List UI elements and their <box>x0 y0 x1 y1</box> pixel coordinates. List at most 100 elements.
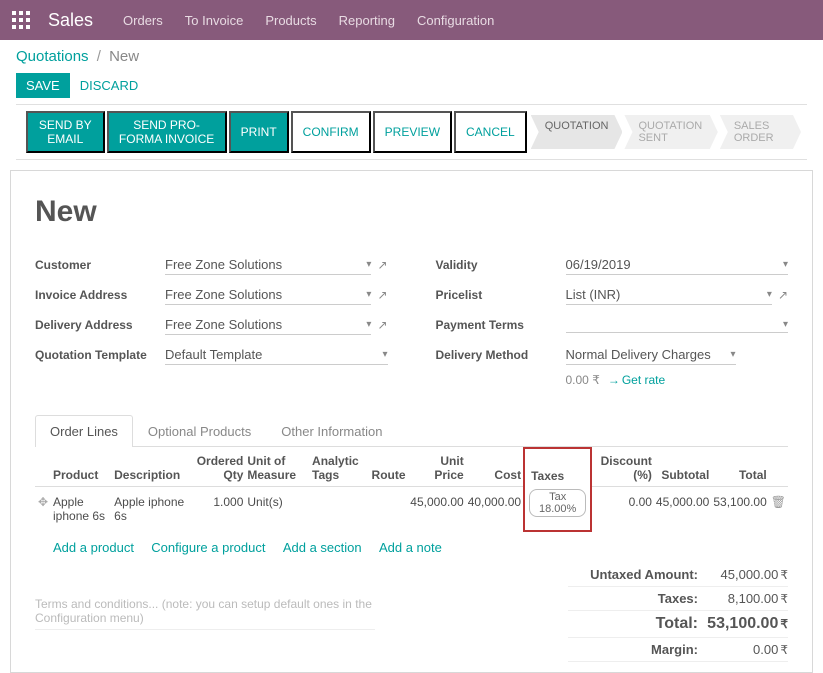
delivery-address-label: Delivery Address <box>35 318 165 332</box>
configure-product-link[interactable]: Configure a product <box>151 540 265 555</box>
breadcrumb-sep: / <box>97 48 101 65</box>
app-title[interactable]: Sales <box>48 10 93 31</box>
terms-conditions-field[interactable]: Terms and conditions... (note: you can s… <box>35 597 375 630</box>
step-quotation-sent[interactable]: QUOTATION SENT <box>624 115 717 149</box>
pricelist-field[interactable]: List (INR) ▾ <box>566 285 772 305</box>
step-sales-order[interactable]: SALES ORDER <box>720 115 801 149</box>
chevron-down-icon[interactable]: ▾ <box>783 259 788 270</box>
chevron-down-icon[interactable]: ▾ <box>730 349 735 360</box>
navbar: Sales Orders To Invoice Products Reporti… <box>0 0 823 40</box>
validity-label: Validity <box>436 258 566 272</box>
col-taxes: Taxes <box>524 448 591 487</box>
menu-configuration[interactable]: Configuration <box>417 13 494 28</box>
tab-order-lines[interactable]: Order Lines <box>35 415 133 447</box>
delivery-method-label: Delivery Method <box>436 348 566 362</box>
menu-orders[interactable]: Orders <box>123 13 163 28</box>
cell-qty[interactable]: 1.000 <box>188 487 245 532</box>
cell-cost[interactable]: 40,000.00 <box>466 487 524 532</box>
cell-uom[interactable]: Unit(s) <box>245 487 310 532</box>
col-discount: Discount (%) <box>591 448 654 487</box>
col-total: Total <box>711 448 768 487</box>
trash-icon[interactable]: 🗑 <box>769 487 788 532</box>
margin-label: Margin: <box>568 642 698 657</box>
status-bar: SEND BY EMAIL SEND PRO-FORMA INVOICE PRI… <box>16 104 807 160</box>
quotation-template-label: Quotation Template <box>35 348 165 362</box>
cell-total: 53,100.00 <box>711 487 768 532</box>
quotation-template-field[interactable]: Default Template ▾ <box>165 345 388 365</box>
send-email-button[interactable]: SEND BY EMAIL <box>26 111 105 153</box>
breadcrumb-parent[interactable]: Quotations <box>16 48 89 65</box>
preview-button[interactable]: PREVIEW <box>373 111 452 153</box>
drag-handle-icon[interactable]: ✥ <box>35 487 51 532</box>
breadcrumb: Quotations / New <box>16 48 807 65</box>
chevron-down-icon[interactable]: ▾ <box>783 319 788 330</box>
cell-analytic[interactable] <box>310 487 370 532</box>
tab-optional-products[interactable]: Optional Products <box>133 415 266 447</box>
tab-other-information[interactable]: Other Information <box>266 415 397 447</box>
col-route: Route <box>370 448 408 487</box>
chevron-down-icon[interactable]: ▾ <box>366 259 371 270</box>
col-unit-price: Unit Price <box>408 448 466 487</box>
apps-icon[interactable] <box>12 11 30 29</box>
untaxed-value: 45,000.00 <box>721 567 779 582</box>
chevron-down-icon[interactable]: ▾ <box>382 349 387 360</box>
discard-button[interactable]: DISCARD <box>70 73 149 98</box>
col-cost: Cost <box>466 448 524 487</box>
form-sheet: New Customer Free Zone Solutions ▾ ↗ Inv… <box>10 170 813 673</box>
cell-route[interactable] <box>370 487 408 532</box>
page-header: Quotations / New SAVE DISCARD SEND BY EM… <box>0 40 823 164</box>
total-label: Total: <box>568 615 698 633</box>
sheet-title: New <box>35 195 788 229</box>
validity-field[interactable]: 06/19/2019 ▾ <box>566 255 789 275</box>
get-rate-link[interactable]: →Get rate <box>608 373 665 387</box>
taxes-label: Taxes: <box>568 591 698 606</box>
menu-products[interactable]: Products <box>265 13 316 28</box>
cell-product[interactable]: Apple iphone 6s <box>51 487 112 532</box>
chevron-down-icon[interactable]: ▾ <box>767 289 772 300</box>
delivery-method-field[interactable]: Normal Delivery Charges ▾ <box>566 345 736 365</box>
invoice-address-field[interactable]: Free Zone Solutions ▾ <box>165 285 371 305</box>
menu-reporting[interactable]: Reporting <box>339 13 395 28</box>
menu-to-invoice[interactable]: To Invoice <box>185 13 244 28</box>
add-product-link[interactable]: Add a product <box>53 540 134 555</box>
col-description: Description <box>112 448 188 487</box>
delivery-address-field[interactable]: Free Zone Solutions ▾ <box>165 315 371 335</box>
cell-description[interactable]: Apple iphone 6s <box>112 487 188 532</box>
confirm-button[interactable]: CONFIRM <box>291 111 371 153</box>
external-link-icon[interactable]: ↗ <box>778 288 788 302</box>
cancel-button[interactable]: CANCEL <box>454 111 527 153</box>
external-link-icon[interactable]: ↗ <box>377 258 387 272</box>
external-link-icon[interactable]: ↗ <box>377 288 387 302</box>
delivery-rate-value: 0.00 ₹ <box>566 373 600 387</box>
cell-subtotal: 45,000.00 <box>654 487 711 532</box>
col-analytic: Analytic Tags <box>310 448 370 487</box>
breadcrumb-current: New <box>109 48 139 65</box>
tax-chip[interactable]: Tax 18.00% <box>529 489 586 517</box>
arrow-right-icon: → <box>608 373 620 387</box>
col-subtotal: Subtotal <box>654 448 711 487</box>
external-link-icon[interactable]: ↗ <box>377 318 387 332</box>
chevron-down-icon[interactable]: ▾ <box>366 319 371 330</box>
send-proforma-button[interactable]: SEND PRO-FORMA INVOICE <box>107 111 227 153</box>
payment-terms-label: Payment Terms <box>436 318 566 332</box>
payment-terms-field[interactable]: ▾ <box>566 317 789 333</box>
customer-field[interactable]: Free Zone Solutions ▾ <box>165 255 371 275</box>
cell-unit-price[interactable]: 45,000.00 <box>408 487 466 532</box>
add-section-link[interactable]: Add a section <box>283 540 362 555</box>
cell-taxes[interactable]: Tax 18.00% <box>524 487 591 532</box>
step-quotation[interactable]: QUOTATION <box>531 115 623 149</box>
cell-discount[interactable]: 0.00 <box>591 487 654 532</box>
print-button[interactable]: PRINT <box>229 111 289 153</box>
untaxed-label: Untaxed Amount: <box>568 567 698 582</box>
pricelist-label: Pricelist <box>436 288 566 302</box>
save-button[interactable]: SAVE <box>16 73 70 98</box>
add-note-link[interactable]: Add a note <box>379 540 442 555</box>
col-uom: Unit of Measure <box>245 448 310 487</box>
taxes-value: 8,100.00 <box>728 591 779 606</box>
totals-panel: Untaxed Amount: 45,000.00₹ Taxes: 8,100.… <box>568 563 788 662</box>
table-row[interactable]: ✥ Apple iphone 6s Apple iphone 6s 1.000 … <box>35 487 788 532</box>
action-row: SAVE DISCARD <box>16 73 807 98</box>
chevron-down-icon[interactable]: ▾ <box>366 289 371 300</box>
col-product: Product <box>51 448 112 487</box>
margin-value: 0.00 <box>753 642 778 657</box>
